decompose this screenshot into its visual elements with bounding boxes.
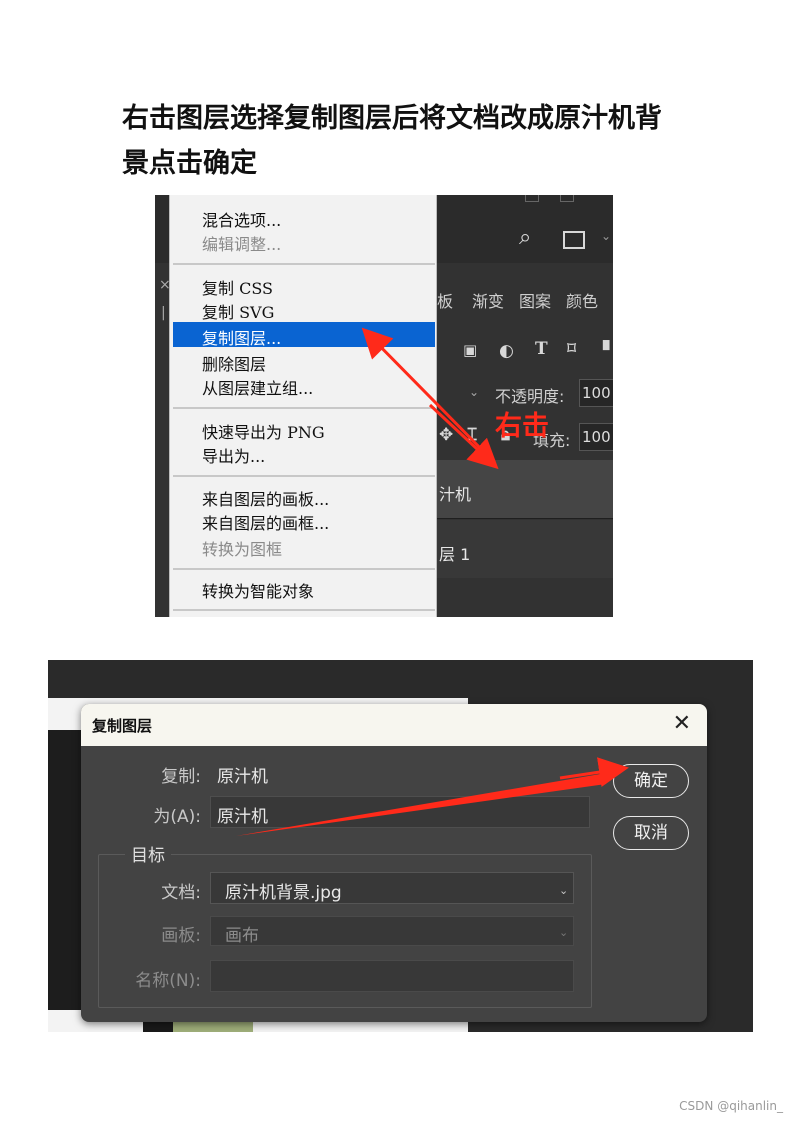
tab-gradients[interactable]: 渐变 (472, 288, 504, 312)
chevron-down-icon: ⌄ (559, 884, 569, 897)
lock-artboard-icon[interactable]: ⌶ (467, 425, 477, 445)
menu-item-frame-from-layers[interactable]: 来自图层的画框... (202, 510, 329, 534)
layer-name: 汁机 (439, 485, 472, 504)
background-image-dark-part (48, 730, 84, 1010)
screenshot-duplicate-dialog: 复制图层 ✕ 复制: 原汁机 为(A): 原汁机 目标 文档: 原汁机背景.jp… (48, 660, 753, 1032)
destination-label: 目标 (125, 841, 171, 866)
image-filter-icon[interactable]: ▣ (463, 341, 477, 359)
window-button[interactable] (560, 195, 574, 202)
opacity-value: 100 (582, 384, 611, 402)
menu-item-duplicate-layer[interactable]: 复制图层... (202, 325, 281, 349)
menu-divider (173, 609, 435, 611)
artboard-label: 画板: (161, 926, 201, 946)
watermark: CSDN @qihanlin_ (679, 1099, 783, 1113)
menu-item-artboard-from-layers[interactable]: 来自图层的画板... (202, 486, 329, 510)
menu-item-export-as[interactable]: 导出为... (202, 443, 265, 467)
duplicate-layer-dialog: 复制图层 ✕ 复制: 原汁机 为(A): 原汁机 目标 文档: 原汁机背景.jp… (81, 704, 707, 1022)
context-menu: 混合选项... 编辑调整... 复制 CSS 复制 SVG 复制图层... 删除… (169, 195, 437, 617)
menu-item-convert-to-frame: 转换为图框 (202, 540, 283, 559)
duplicate-label: 复制: (161, 767, 201, 787)
page-heading: 右击图层选择复制图层后将文档改成原汁机背景点击确定 (122, 103, 662, 179)
chevron-down-icon[interactable]: ⌄ (601, 229, 611, 243)
blend-mode-chevron-icon[interactable]: ⌄ (469, 385, 479, 399)
menu-divider (173, 263, 435, 265)
menu-item-quick-export-png[interactable]: 快速导出为 PNG (202, 419, 325, 443)
smart-object-filter-icon[interactable]: ▘ (603, 341, 613, 361)
fill-value: 100 (582, 428, 611, 446)
tab-swatches[interactable]: 板 (437, 288, 453, 312)
menu-item-copy-css[interactable]: 复制 CSS (202, 275, 273, 299)
menu-item-convert-smart-object[interactable]: 转换为智能对象 (202, 578, 314, 602)
cancel-button[interactable]: 取消 (613, 816, 689, 850)
tab-color[interactable]: 颜色 (566, 288, 598, 312)
workspace-icon[interactable] (563, 231, 585, 249)
menu-divider (173, 407, 435, 409)
menu-divider (173, 568, 435, 570)
layer-divider (437, 518, 613, 519)
dialog-titlebar: 复制图层 ✕ (81, 704, 707, 746)
document-select-value: 原汁机背景.jpg (225, 883, 342, 903)
layer-name: 层 1 (439, 545, 471, 564)
menu-item-copy-svg[interactable]: 复制 SVG (202, 299, 274, 323)
adjustment-filter-icon[interactable]: ◐ (499, 341, 514, 361)
artboard-select-value: 画布 (225, 926, 259, 946)
as-input-value: 原汁机 (217, 807, 268, 827)
chevron-down-icon: ⌄ (559, 926, 569, 939)
artboard-select (210, 916, 574, 946)
close-icon[interactable]: ✕ (673, 711, 691, 736)
menu-item-group-from-layers[interactable]: 从图层建立组... (202, 375, 313, 399)
search-icon[interactable]: ⌕ (519, 225, 531, 250)
window-button[interactable] (525, 195, 539, 202)
document-label: 文档: (161, 883, 201, 903)
dialog-title: 复制图层 (92, 717, 153, 735)
menu-divider (173, 475, 435, 477)
lock-position-icon[interactable]: ✥ (439, 425, 453, 445)
duplicate-value: 原汁机 (217, 767, 268, 787)
menu-item-edit-adjustment: 编辑调整... (202, 235, 282, 254)
ok-button[interactable]: 确定 (613, 764, 689, 798)
tab-patterns[interactable]: 图案 (519, 288, 551, 312)
menu-item-blending-options[interactable]: 混合选项... (202, 207, 281, 231)
panel-edge-icon: | (161, 305, 166, 321)
type-filter-icon[interactable]: T (535, 339, 548, 359)
name-label: 名称(N): (135, 971, 201, 991)
annotation-right-click: 右击 (495, 411, 549, 442)
shape-filter-icon[interactable]: ⌑ (567, 339, 576, 359)
menu-item-delete-layer[interactable]: 删除图层 (202, 351, 266, 375)
name-input (210, 960, 574, 992)
as-label: 为(A): (153, 807, 201, 827)
